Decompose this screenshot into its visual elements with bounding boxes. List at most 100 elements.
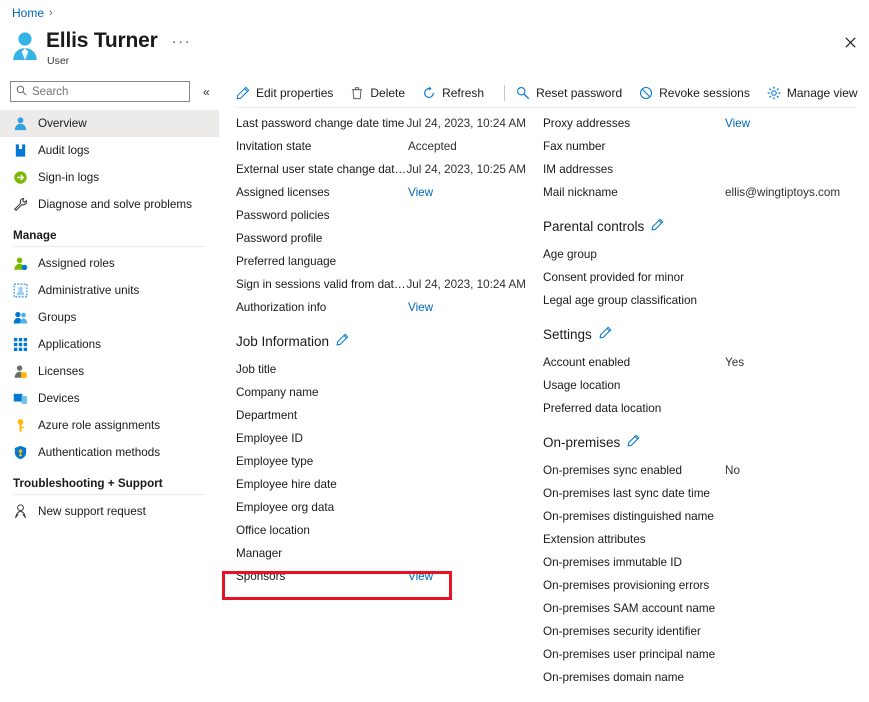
toolbar-button-label: Delete — [370, 86, 406, 100]
sidebar-item-diagnose-and-solve-problems[interactable]: Diagnose and solve problems — [0, 191, 219, 218]
property-value: No — [725, 464, 740, 477]
property-row: On-premises domain name — [543, 666, 863, 689]
sidebar-item-applications[interactable]: Applications — [0, 331, 219, 358]
property-label: On-premises security identifier — [543, 625, 701, 638]
property-view-link[interactable]: View — [408, 570, 433, 583]
revoke-sessions-button[interactable]: Revoke sessions — [639, 86, 759, 100]
property-label: Job title — [236, 363, 277, 376]
sidebar-navigation: Overview Audit logs Sign-in logs Diagnose a… — [0, 110, 219, 525]
property-view-link[interactable]: View — [725, 117, 750, 130]
property-row: On-premises last sync date time — [543, 482, 863, 505]
sidebar-item-label: New support request — [38, 505, 146, 518]
property-row: Employee org data — [236, 496, 526, 519]
property-label: Preferred language — [236, 255, 337, 268]
toolbar-button-label: Reset password — [536, 86, 623, 100]
command-toolbar: Edit properties Delete Refresh Reset passwo… — [236, 80, 869, 106]
property-label: Usage location — [543, 379, 621, 392]
key-icon — [13, 418, 28, 433]
sidebar-item-audit-logs[interactable]: Audit logs — [0, 137, 219, 164]
section-title: Parental controls — [543, 218, 645, 234]
user-avatar-icon — [10, 30, 40, 62]
property-label: Proxy addresses — [543, 117, 631, 130]
support-person-icon — [13, 504, 28, 519]
property-row: Age group — [543, 243, 863, 266]
toolbar-separator — [504, 85, 506, 101]
property-row: Consent provided for minor — [543, 266, 863, 289]
property-label: Age group — [543, 248, 597, 261]
page-title: Ellis Turner — [46, 29, 158, 52]
sidebar-item-azure-role-assignments[interactable]: Azure role assignments — [0, 412, 219, 439]
property-row: Office location — [236, 519, 526, 542]
pencil-icon[interactable] — [627, 434, 640, 450]
breadcrumb-separator-icon: › — [49, 7, 53, 19]
breadcrumb: Home › — [12, 5, 53, 21]
collapse-sidebar-icon[interactable]: « — [203, 86, 210, 98]
property-view-link[interactable]: View — [408, 186, 433, 199]
pencil-icon[interactable] — [651, 218, 664, 234]
pencil-icon — [236, 86, 250, 100]
pencil-icon[interactable] — [599, 326, 612, 342]
sidebar-item-label: Azure role assignments — [38, 419, 161, 432]
property-row: On-premises user principal name — [543, 643, 863, 666]
property-row: IM addresses — [543, 158, 863, 181]
property-row: Fax number — [543, 135, 863, 158]
property-row: On-premises provisioning errors — [543, 574, 863, 597]
property-label: Authorization info — [236, 301, 327, 314]
reset-password-button[interactable]: Reset password — [516, 86, 631, 100]
close-icon[interactable] — [839, 31, 861, 53]
sidebar-group-divider — [13, 494, 206, 495]
search-box[interactable] — [10, 81, 190, 102]
property-row: Preferred language — [236, 250, 526, 273]
toolbar-button-label: Refresh — [442, 86, 485, 100]
block-icon — [639, 86, 653, 100]
gear-icon — [767, 86, 781, 100]
sidebar-item-new-support-request[interactable]: New support request — [0, 498, 219, 525]
property-label: Employee hire date — [236, 478, 337, 491]
close-glyph-icon — [844, 36, 856, 48]
property-row: Authorization info View — [236, 296, 526, 319]
property-row: External user state change date ... Jul 2… — [236, 158, 526, 181]
sidebar-item-assigned-roles[interactable]: Assigned roles — [0, 250, 219, 277]
refresh-button[interactable]: Refresh — [422, 86, 493, 100]
breadcrumb-home[interactable]: Home — [12, 5, 44, 21]
section-header: Parental controls — [543, 213, 863, 239]
property-label: On-premises user principal name — [543, 648, 716, 661]
sidebar-item-groups[interactable]: Groups — [0, 304, 219, 331]
sidebar-item-label: Administrative units — [38, 284, 140, 297]
property-row: Proxy addresses View — [543, 112, 863, 135]
property-row: Sign in sessions valid from date ... Jul … — [236, 273, 526, 296]
shield-icon — [13, 445, 28, 460]
property-value: Yes — [725, 356, 745, 369]
sidebar-item-administrative-units[interactable]: Administrative units — [0, 277, 219, 304]
user-icon — [13, 116, 28, 131]
manage-view-button[interactable]: Manage view — [767, 86, 867, 100]
property-label: On-premises last sync date time — [543, 487, 710, 500]
sidebar-item-sign-in-logs[interactable]: Sign-in logs — [0, 164, 219, 191]
toolbar-button-label: Manage view — [786, 86, 858, 100]
edit-properties-button[interactable]: Edit properties — [236, 86, 342, 100]
sidebar-item-label: Diagnose and solve problems — [38, 198, 192, 211]
delete-button[interactable]: Delete — [350, 86, 414, 100]
property-label: Consent provided for minor — [543, 271, 684, 284]
property-row: On-premises sync enabled No — [543, 459, 863, 482]
sidebar-item-devices[interactable]: Devices — [0, 385, 219, 412]
header-overflow-menu-icon[interactable]: ··· — [172, 34, 192, 49]
section-header: Settings — [543, 321, 863, 347]
property-row: Job title — [236, 358, 526, 381]
toolbar-divider — [236, 107, 856, 108]
sidebar-item-label: Sign-in logs — [38, 171, 100, 184]
sidebar-item-authentication-methods[interactable]: Authentication methods — [0, 439, 219, 466]
property-value: Jul 24, 2023, 10:24 AM — [406, 117, 526, 130]
pencil-icon[interactable] — [336, 333, 349, 349]
property-label: Office location — [236, 524, 310, 537]
property-label: Preferred data location — [543, 402, 662, 415]
sidebar-item-licenses[interactable]: Licenses — [0, 358, 219, 385]
sidebar-group-title: Troubleshooting + Support — [13, 477, 163, 490]
search-input[interactable] — [32, 85, 184, 98]
details-column-right: Proxy addresses View Fax number IM addresse… — [543, 112, 863, 689]
property-row: On-premises immutable ID — [543, 551, 863, 574]
toolbar-button-label: Edit properties — [256, 86, 334, 100]
property-view-link[interactable]: View — [408, 301, 433, 314]
sidebar-item-overview[interactable]: Overview — [0, 110, 219, 137]
sidebar-group-title: Manage — [13, 229, 57, 242]
